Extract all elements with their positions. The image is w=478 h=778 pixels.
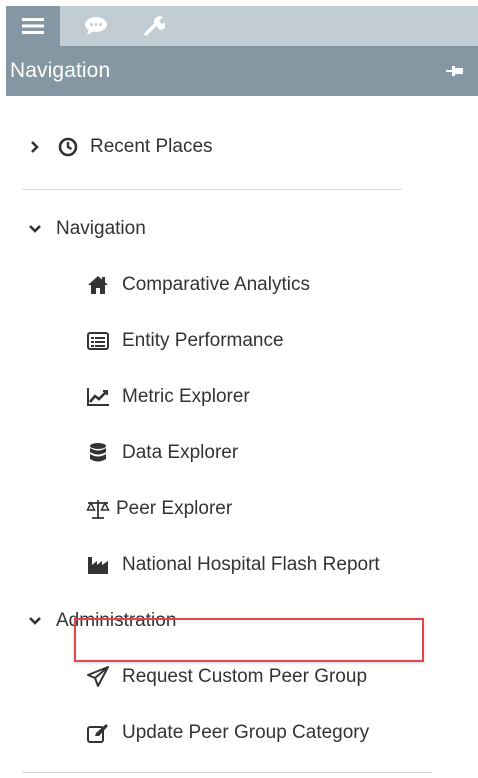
panel-header: Navigation (6, 46, 478, 96)
section-divider (22, 189, 402, 190)
chevron-right-icon (28, 140, 42, 154)
nav-item-data-explorer[interactable]: Data Explorer (86, 442, 238, 464)
nav-item-label: National Hospital Flash Report (122, 554, 380, 575)
balance-scale-icon (86, 498, 110, 520)
section-header-navigation[interactable]: Navigation (28, 218, 146, 240)
database-icon (86, 442, 110, 464)
panel-title: Navigation (10, 59, 111, 82)
wrench-icon (144, 16, 165, 36)
line-chart-icon (86, 386, 110, 408)
nav-item-comparative-analytics[interactable]: Comparative Analytics (86, 274, 310, 296)
nav-item-label: Data Explorer (122, 442, 239, 463)
tab-chat[interactable] (72, 6, 120, 46)
edit-icon (86, 722, 110, 744)
section-label: Navigation (56, 218, 146, 239)
nav-item-request-custom-peer-group[interactable]: Request Custom Peer Group (86, 666, 367, 688)
home-icon (86, 274, 110, 296)
tab-tools[interactable] (130, 6, 178, 46)
panel-tab-bar (6, 6, 478, 46)
nav-item-update-peer-group-category[interactable]: Update Peer Group Category (86, 722, 369, 744)
clock-icon (56, 136, 80, 158)
pin-icon[interactable] (446, 64, 464, 78)
chat-bubble-icon (85, 17, 107, 35)
nav-item-metric-explorer[interactable]: Metric Explorer (86, 386, 250, 408)
chevron-down-icon (28, 222, 42, 236)
nav-item-label: Request Custom Peer Group (122, 666, 368, 687)
navigation-panel: Navigation Recent Places Navigation Comp… (6, 6, 478, 778)
tab-navigation[interactable] (6, 6, 60, 46)
nav-item-label: Peer Explorer (116, 498, 233, 519)
nav-item-label: Update Peer Group Category (122, 722, 370, 743)
paper-plane-icon (86, 666, 110, 688)
section-divider (22, 772, 432, 773)
hamburger-menu-icon (22, 18, 44, 34)
highlight-box (74, 618, 424, 662)
nav-item-label: Entity Performance (122, 330, 284, 351)
chevron-down-icon (28, 614, 42, 628)
list-card-icon (86, 330, 110, 352)
factory-icon (86, 554, 110, 576)
recent-places-label: Recent Places (90, 136, 213, 157)
nav-item-entity-performance[interactable]: Entity Performance (86, 330, 284, 352)
recent-places-item[interactable]: Recent Places (28, 136, 213, 158)
nav-item-label: Metric Explorer (122, 386, 250, 407)
nav-item-national-hospital-flash-report[interactable]: National Hospital Flash Report (86, 554, 380, 576)
nav-item-label: Comparative Analytics (122, 274, 310, 295)
nav-item-peer-explorer[interactable]: Peer Explorer (86, 498, 232, 520)
